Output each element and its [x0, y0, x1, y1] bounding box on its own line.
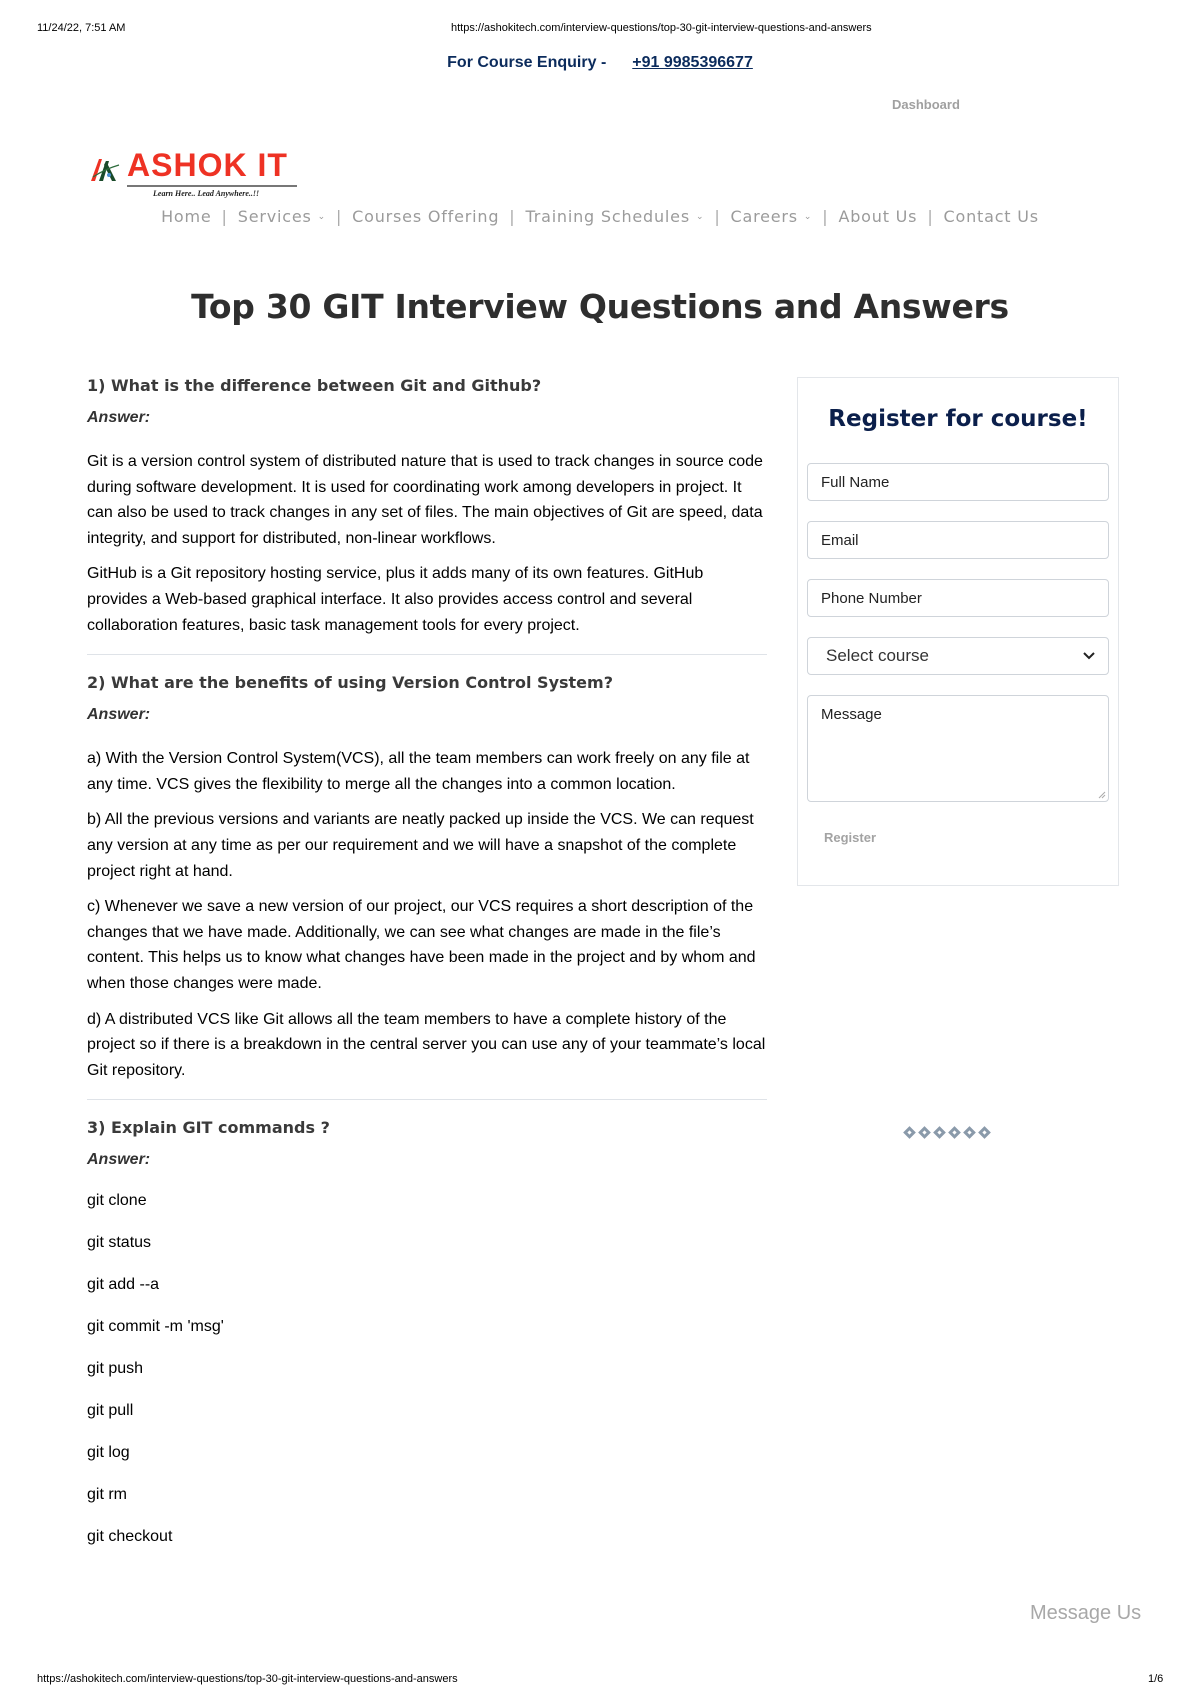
question-heading: 3) Explain GIT commands ? — [87, 1118, 330, 1138]
qa-item: 3) Explain GIT commands ? Answer: git cl… — [87, 1118, 767, 1547]
course-select[interactable]: Select course — [807, 637, 1109, 675]
enquiry-bar: For Course Enquiry - +91 9985396677 — [0, 54, 1200, 72]
answer-paragraph: a) With the Version Control System(VCS),… — [87, 750, 750, 793]
phone-link[interactable]: +91 9985396677 — [632, 54, 753, 72]
nav-home[interactable]: Home — [151, 207, 221, 226]
diamond-icon — [918, 1126, 931, 1139]
register-form: Register for course! Full Name Email Pho… — [797, 377, 1119, 886]
divider — [87, 1099, 767, 1101]
logo-wordmark: ASHOK IT — [127, 147, 288, 183]
print-url: https://ashokitech.com/interview-questio… — [451, 22, 872, 34]
message-placeholder: Message — [821, 706, 882, 723]
command-item: git status — [87, 1234, 152, 1252]
enquiry-label: For Course Enquiry - — [447, 54, 607, 71]
qa-item: 1) What is the difference between Git an… — [87, 376, 767, 638]
command-item: git clone — [87, 1192, 147, 1210]
nav-about-us[interactable]: About Us — [828, 207, 927, 226]
nav-services[interactable]: Services ⌄ — [228, 207, 336, 226]
answer-label: Answer: — [87, 706, 151, 724]
phone-input[interactable]: Phone Number — [807, 579, 1109, 617]
command-item: git add --a — [87, 1276, 160, 1294]
command-item: git rm — [87, 1486, 127, 1504]
answer-paragraph: Git is a version control system of distr… — [87, 453, 763, 547]
diamond-icon — [978, 1126, 991, 1139]
nav-label: Courses Offering — [352, 207, 500, 226]
print-page-number: 1/6 — [1148, 1673, 1164, 1685]
nav-label: Careers — [730, 207, 798, 226]
chevron-down-icon — [1083, 652, 1095, 660]
chevron-down-icon: ⌄ — [695, 211, 705, 222]
register-button[interactable]: Register — [824, 830, 876, 845]
logo-underline — [127, 185, 297, 187]
main-nav: Home | Services ⌄ | Courses Offering | Tr… — [0, 207, 1200, 226]
nav-careers[interactable]: Careers ⌄ — [721, 207, 823, 226]
logo-tagline: Learn Here.. Lead Anywhere..!! — [153, 189, 260, 198]
logo[interactable]: ASHOK IT Learn Here.. Lead Anywhere..!! — [89, 147, 299, 198]
main-content: 1) What is the difference between Git an… — [87, 376, 767, 1569]
answer-paragraph: GitHub is a Git repository hosting servi… — [87, 565, 704, 634]
print-date: 11/24/22, 7:51 AM — [37, 22, 126, 34]
command-item: git log — [87, 1444, 130, 1462]
nav-label: Home — [161, 207, 212, 226]
chevron-down-icon: ⌄ — [803, 211, 813, 222]
message-us-button[interactable]: Message Us — [1030, 1602, 1141, 1625]
full-name-input[interactable]: Full Name — [807, 463, 1109, 501]
answer-label: Answer: — [87, 409, 151, 426]
answer-paragraph: b) All the previous versions and variant… — [87, 811, 754, 880]
diamond-icon — [963, 1126, 976, 1139]
answer-paragraph: c) Whenever we save a new version of our… — [87, 898, 756, 992]
nav-label: Training Schedules — [525, 207, 690, 226]
nav-training-schedules[interactable]: Training Schedules ⌄ — [515, 207, 714, 226]
print-footer-url: https://ashokitech.com/interview-questio… — [37, 1673, 458, 1685]
command-item: git push — [87, 1360, 144, 1378]
qa-item: 2) What are the benefits of using Versio… — [87, 673, 767, 1083]
email-placeholder: Email — [821, 531, 859, 549]
diamond-icon — [948, 1126, 961, 1139]
diamond-icon — [903, 1126, 916, 1139]
diamond-icon — [933, 1126, 946, 1139]
nav-contact-us[interactable]: Contact Us — [934, 207, 1049, 226]
resize-handle-icon[interactable] — [1098, 791, 1106, 799]
answer-label: Answer: — [87, 1151, 151, 1169]
register-title: Register for course! — [828, 406, 1088, 432]
command-item: git pull — [87, 1402, 134, 1420]
question-heading: 2) What are the benefits of using Versio… — [87, 673, 613, 693]
course-select-value: Select course — [826, 646, 929, 665]
command-item: git commit -m 'msg' — [87, 1318, 224, 1336]
dashboard-link[interactable]: Dashboard — [892, 97, 960, 112]
diamond-loader-icon — [903, 1126, 991, 1139]
chevron-down-icon: ⌄ — [317, 211, 326, 222]
page-title: Top 30 GIT Interview Questions and Answe… — [191, 287, 1009, 326]
logo-mark-icon — [91, 159, 120, 181]
message-textarea[interactable]: Message — [807, 695, 1109, 802]
nav-label: Contact Us — [943, 207, 1039, 226]
phone-placeholder: Phone Number — [821, 589, 922, 607]
answer-paragraph: d) A distributed VCS like Git allows all… — [87, 1010, 766, 1079]
divider — [87, 654, 767, 656]
full-name-placeholder: Full Name — [821, 473, 890, 491]
nav-courses-offering[interactable]: Courses Offering — [342, 207, 509, 226]
email-input[interactable]: Email — [807, 521, 1109, 559]
command-item: git checkout — [87, 1528, 173, 1546]
nav-label: About Us — [838, 207, 918, 226]
question-heading: 1) What is the difference between Git an… — [87, 376, 542, 395]
nav-label: Services — [237, 207, 312, 226]
